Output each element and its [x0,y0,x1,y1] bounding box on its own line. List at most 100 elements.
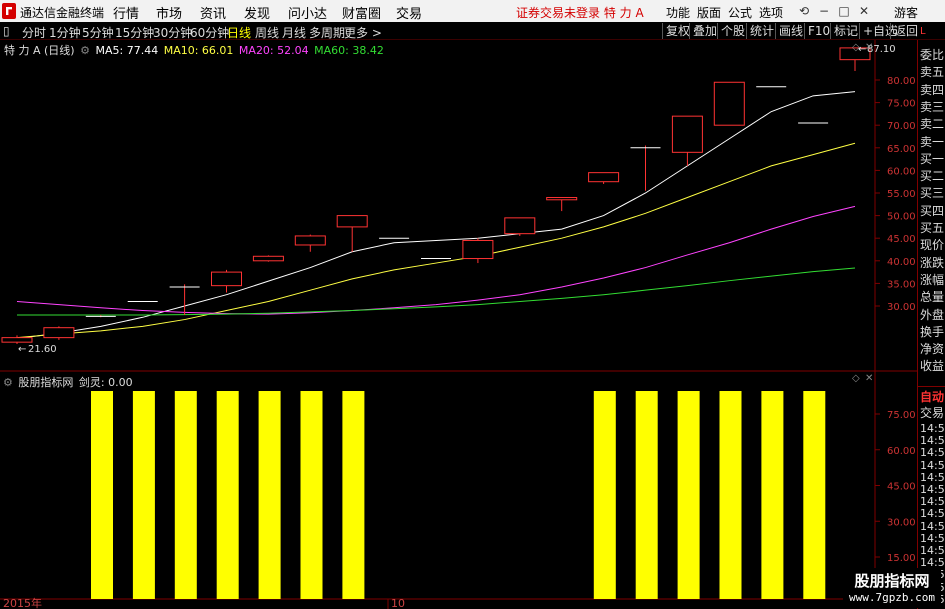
quote-field-label: 现价 [920,238,945,253]
menu-layout[interactable]: 版面 [697,4,721,21]
main-y-axis: 80.00 75.00 70.00 65.00 60.00 55.00 50.00 45.00… [875,76,916,313]
indicator-bar [91,391,113,599]
btn-f10[interactable]: F10 [804,23,833,39]
candle-body [713,81,745,126]
quote-panel: L 委比 卖五 卖四 卖三 卖二 卖一 买一 买二 买三 买四 买五 现价 涨跌 涨幅 总量 外盘 换手 净资 收益… [917,26,945,609]
close-panel-icon[interactable]: ✕ [865,373,873,384]
menu-ask[interactable]: 问小达 [288,3,327,22]
indicator-bar [803,391,826,599]
price-tick-label: 30.00 [887,302,916,313]
btn-overlay[interactable]: 叠加 [689,23,720,39]
period-toolbar: ▯ 分时 1分钟 5分钟 15分钟 30分钟 60分钟 日线 周线 月线 多周期… [0,22,945,40]
btn-back[interactable]: 返回 [890,23,921,39]
quote-field-label: 卖二 [920,117,945,132]
trade-time: 14:56 [920,507,945,521]
indicator-tick-label: 45.00 [887,482,916,493]
price-tick-label: 40.00 [887,257,916,268]
period-30min[interactable]: 30分钟 [153,24,192,41]
trade-time: 14:56 [920,531,945,545]
candle-body [504,217,536,235]
indicator-tick-label: 30.00 [887,517,916,528]
ma-line-ma60 [17,267,856,316]
period-15min[interactable]: 15分钟 [115,24,154,41]
candle-body [294,235,326,246]
menu-function[interactable]: 功能 [666,4,690,21]
candle-body [546,197,578,201]
trade-time: 14:56 [920,483,945,496]
login-alert[interactable]: 证券交易未登录 特 力 A [516,4,644,21]
quote-field-label: 买四 [920,203,945,218]
period-daily[interactable]: 日线 [227,24,251,41]
period-more[interactable]: 更多 > [344,24,382,41]
candle-body [211,271,242,287]
menu-formula[interactable]: 公式 [728,4,752,21]
price-tick-label: 45.00 [887,234,916,245]
minimize-icon[interactable]: − [816,3,832,19]
indicator-bar [635,391,658,599]
menu-trade[interactable]: 交易 [396,3,422,22]
candle-body [43,327,75,339]
indicator-bar [342,391,365,599]
stock-title[interactable]: 特 力 A (日线) [4,44,75,57]
candle-body [671,115,703,153]
ma10-label: MA10: 66.01 [163,44,234,57]
diamond-icon[interactable]: ◇ [852,373,860,384]
menu-options[interactable]: 选项 [759,4,783,21]
candle-body [1,337,33,343]
menu-wealth[interactable]: 财富圈 [342,3,381,22]
menu-discover[interactable]: 发现 [244,3,270,22]
period-1min[interactable]: 1分钟 [49,24,81,41]
indicator-bar [593,391,616,599]
btn-mark[interactable]: 标记 [830,23,861,39]
auto-trade-title[interactable]: 自动 [920,388,944,405]
indicator-title[interactable]: 股朋指标网 [18,376,73,389]
price-tick-label: 65.00 [887,144,916,155]
indicator-bar [719,391,742,599]
period-weekly[interactable]: 周线 [255,24,279,41]
close-icon[interactable]: ✕ [856,3,872,19]
low-price-label: 21.60 [28,344,57,355]
toolbar-left-arrow-icon[interactable]: ▯ [3,24,10,38]
menu-news[interactable]: 资讯 [200,3,226,22]
indicator-bar [761,391,784,599]
watermark-url: www.7gpzb.com [848,591,936,604]
indicator-tick-label: 60.00 [887,446,916,457]
quote-field-label: 卖四 [920,82,945,97]
period-intraday[interactable]: 分时 [22,24,46,41]
btn-draw[interactable]: 画线 [775,23,806,39]
candle-body [462,239,494,260]
diamond-icon[interactable]: ◇ [852,42,860,53]
menu-quotes[interactable]: 行情 [113,3,139,22]
price-annotations: 87.10←21.60← [18,44,896,355]
app-title: 通达信金融终端 [20,6,105,20]
period-monthly[interactable]: 月线 [282,24,306,41]
btn-stock[interactable]: 个股 [717,23,748,39]
quote-field-label: 净资 [920,342,945,357]
period-multi[interactable]: 多周期 [309,24,345,41]
chart-area[interactable]: 80.00 75.00 70.00 65.00 60.00 55.00 50.00 45.00… [0,40,917,609]
user-label[interactable]: 游客 [894,4,918,21]
indicator-bar [132,391,155,599]
period-5min[interactable]: 5分钟 [82,24,114,41]
period-60min[interactable]: 60分钟 [190,24,229,41]
main-chart-header: 特 力 A (日线) ⚙ MA5: 77.44 MA10: 66.01 MA20… [4,42,386,58]
indicator-settings-icon[interactable]: ⚙ [3,376,13,389]
btn-stats[interactable]: 统计 [746,23,777,39]
quote-field-label: 卖一 [920,134,945,149]
indicator-bars [91,391,826,599]
quote-field-label: 买五 [920,221,945,235]
ma20-label: MA20: 52.04 [238,44,309,57]
quote-field-label: 卖三 [920,99,945,114]
maximize-icon[interactable]: □ [836,3,852,19]
panel-divider [918,386,945,387]
quote-field-label: 收益 [920,359,945,374]
settings-icon[interactable]: ⚙ [80,44,90,57]
restore-icon[interactable]: ⟲ [796,3,812,19]
menu-market[interactable]: 市场 [156,3,182,22]
price-tick-label: 50.00 [887,212,916,223]
indicator-bar [677,391,700,599]
close-chart-icon[interactable]: ✕ [865,42,873,53]
candlesticks [1,47,871,344]
panel-corner-label: L [920,26,926,37]
quote-field-label: 涨幅 [920,272,945,287]
